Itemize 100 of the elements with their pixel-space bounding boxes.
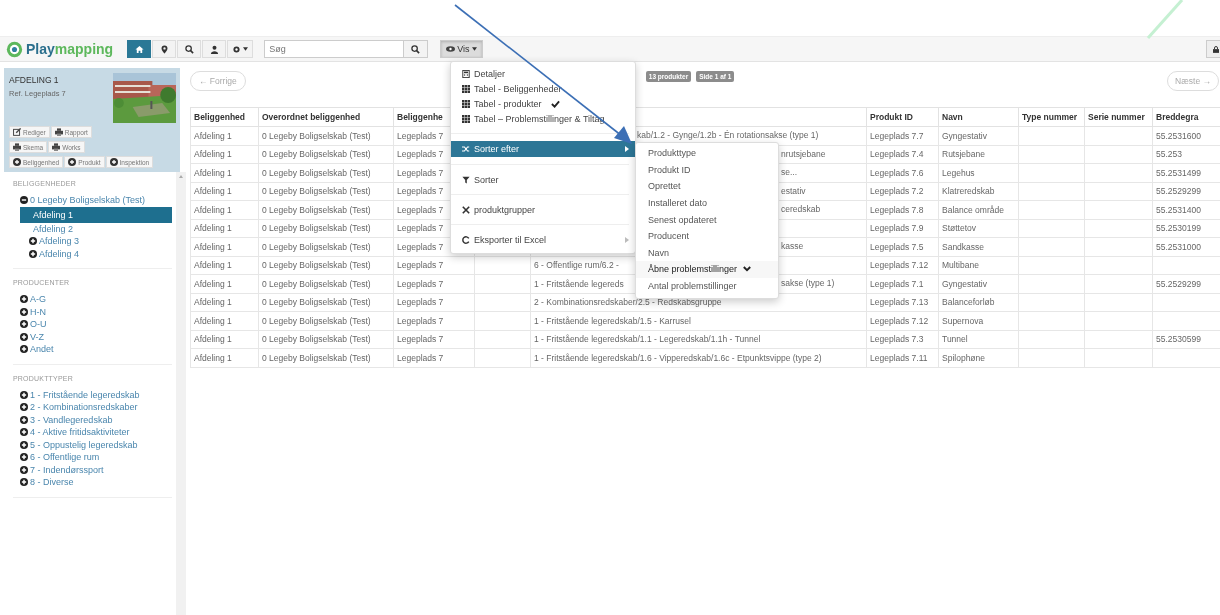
table-cell: 0 Legeby Boligselskab (Test)	[262, 297, 371, 308]
tree-item[interactable]: Andet	[20, 343, 54, 356]
table-cell: Gyngestativ	[942, 130, 987, 141]
tree-item[interactable]: Afdeling 1	[20, 206, 172, 223]
home-button[interactable]	[127, 40, 152, 58]
tree-item[interactable]: 0 Legeby Boligselskab (Test)	[20, 194, 146, 207]
tree-item[interactable]: 3 - Vandlegeredskab	[20, 413, 113, 426]
printer-icon	[52, 143, 61, 151]
column-header: Overordnet beliggenhed	[262, 112, 361, 122]
expand-icon[interactable]	[29, 237, 37, 246]
tree-item[interactable]: 7 - Indendørssport	[20, 463, 104, 476]
table-cell: Legehus	[942, 167, 975, 178]
tree-item[interactable]: O-U	[20, 318, 47, 331]
map-pin-button[interactable]	[152, 40, 177, 58]
tree-item[interactable]: 1 - Fritstående legeredskab	[20, 388, 140, 401]
expand-icon[interactable]	[20, 390, 28, 399]
table-cell: 55.2531000	[1156, 241, 1201, 252]
expand-icon[interactable]	[20, 415, 28, 424]
expand-icon[interactable]	[20, 345, 28, 354]
expand-icon[interactable]	[20, 320, 28, 329]
table-cell: Legeplads 7	[397, 315, 444, 326]
table-cell: 55.2529299	[1156, 186, 1201, 197]
expand-icon[interactable]	[20, 465, 28, 474]
expand-icon[interactable]	[20, 478, 28, 487]
tree-item[interactable]: V-Z	[20, 330, 44, 343]
table-cell: 2 - Kombinationsredskaber/2.5 - Redskabsgruppe	[534, 297, 722, 308]
menu-item[interactable]: Sorter	[451, 172, 635, 187]
settings-button[interactable]	[227, 40, 254, 58]
user-icon	[209, 44, 219, 54]
user-button[interactable]	[202, 40, 227, 58]
expand-icon[interactable]	[20, 440, 28, 449]
tree-item[interactable]: A-G	[20, 293, 46, 306]
menu-item[interactable]: Senest opdateret	[636, 211, 778, 228]
table-cell: Legeplads 7.8	[870, 204, 924, 215]
menu-item[interactable]: Antal problemstillinger	[636, 277, 778, 295]
menu-item[interactable]: Tabel - Beliggenheder	[451, 81, 635, 96]
table-cell: Afdeling 1	[194, 260, 232, 271]
previous-button[interactable]: ← Forrige	[190, 71, 246, 91]
search-button[interactable]	[404, 40, 429, 58]
menu-item[interactable]: Tabel - produkter	[451, 96, 635, 111]
expand-icon[interactable]	[20, 403, 28, 412]
table-cell: Afdeling 1	[194, 315, 232, 326]
table-cell: Balanceforløb	[942, 297, 995, 308]
table-cell: nrutsjebane	[781, 148, 826, 159]
lock-icon	[1213, 44, 1219, 54]
menu-item[interactable]: Detaljer	[451, 66, 635, 81]
menu-item[interactable]: Sorter efter	[451, 141, 635, 157]
table-cell: Legeplads 7	[397, 186, 444, 197]
column-header: Beliggenhe	[397, 112, 443, 122]
tree-item[interactable]: Afdeling 2	[33, 222, 74, 235]
tree-item[interactable]: 2 - Kombinationsredskaber	[20, 401, 138, 414]
table-cell: Afdeling 1	[194, 334, 232, 345]
tree-item[interactable]: 5 - Oppustelig legeredskab	[20, 438, 138, 451]
edit-icon	[13, 128, 21, 136]
tree-item[interactable]: H-N	[20, 305, 46, 318]
table-cell: 0 Legeby Boligselskab (Test)	[262, 204, 371, 215]
expand-icon[interactable]	[20, 307, 28, 316]
printer-icon	[54, 128, 63, 136]
table-cell: 1 - Fritstående legeredskab/1.1 - Legeredskab/1.1h - Tunnel	[534, 334, 761, 345]
tree-item[interactable]: 4 - Aktive fritidsaktiviteter	[20, 426, 130, 439]
search-field[interactable]: Søg	[264, 40, 405, 58]
cross-icon	[462, 205, 470, 214]
table-cell: Legeplads 7	[397, 149, 444, 160]
menu-item[interactable]: Oprettet	[636, 178, 778, 195]
table-cell: kasse	[781, 241, 804, 251]
table-cell: Støttetov	[942, 223, 976, 234]
submenu-caret-icon	[625, 236, 629, 243]
menu-item[interactable]: produktgrupper	[451, 202, 635, 217]
menu-item[interactable]: Produkt ID	[636, 161, 778, 179]
tree-item[interactable]: 8 - Diverse	[20, 476, 74, 489]
view-dropdown-button[interactable]: Vis	[440, 40, 483, 58]
tree-item[interactable]: Afdeling 4	[29, 247, 80, 260]
expand-icon[interactable]	[20, 295, 28, 304]
expand-icon[interactable]	[20, 453, 28, 462]
table-cell: 1 - Fritstående legereds	[534, 278, 624, 289]
tree-item[interactable]: 6 - Offentlige rum	[20, 451, 100, 464]
expand-icon[interactable]	[20, 332, 28, 341]
menu-item[interactable]: Eksporter til Excel	[451, 232, 635, 247]
zoom-button[interactable]	[177, 40, 202, 58]
table-cell: Legeplads 7.13	[870, 297, 929, 308]
next-button[interactable]: Næste →	[1167, 71, 1219, 91]
menu-item[interactable]: Produkttype	[636, 145, 778, 162]
menu-item[interactable]: Installeret dato	[636, 194, 778, 212]
table-cell: 0 Legeby Boligselskab (Test)	[262, 186, 371, 197]
tree-item[interactable]: Afdeling 3	[29, 235, 80, 248]
table-icon	[462, 99, 470, 108]
eye-icon	[446, 46, 456, 52]
collapse-icon[interactable]	[20, 196, 28, 205]
column-header: Type nummer	[1022, 112, 1078, 122]
menu-item[interactable]: Producent	[636, 227, 778, 245]
table-cell: 0 Legeby Boligselskab (Test)	[262, 130, 371, 141]
menu-item[interactable]: Navn	[636, 244, 778, 262]
table-cell: se...	[781, 167, 798, 177]
expand-icon[interactable]	[29, 249, 37, 258]
chevron-down-icon	[743, 266, 752, 273]
table-cell: Legeplads 7.12	[870, 260, 929, 271]
menu-item[interactable]: Åbne problemstillinger	[636, 261, 778, 278]
expand-icon[interactable]	[20, 428, 28, 437]
lock-button[interactable]	[1206, 40, 1220, 58]
table-cell: Legeplads 7.4	[870, 149, 924, 160]
